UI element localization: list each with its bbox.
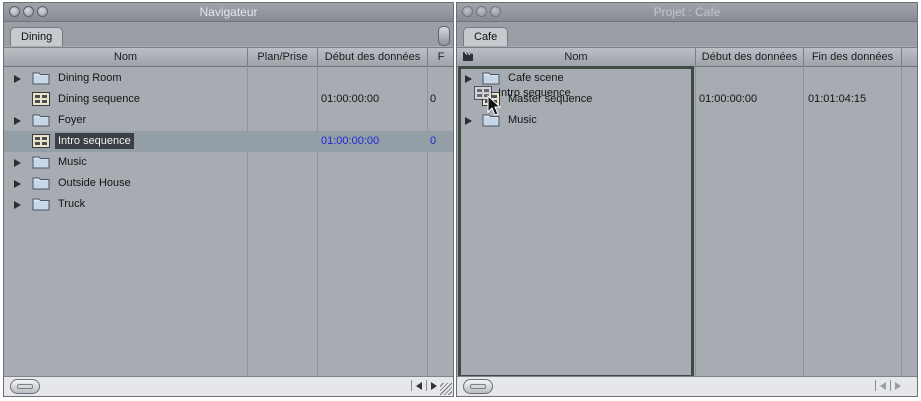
sequence-icon (32, 92, 50, 106)
project-column-header: Nom Début des données Fin des données (457, 47, 917, 67)
disclosure-triangle-icon[interactable] (14, 180, 21, 188)
scroll-left-arrow-icon[interactable] (880, 381, 886, 390)
project-tabstrip: Cafe (457, 22, 917, 46)
column-plan-prise[interactable]: Plan/Prise (248, 48, 318, 66)
project-window: Projet : Cafe Cafe Nom Début des données… (456, 2, 918, 397)
start-timecode: 01:00:00:00 (321, 135, 380, 147)
scroll-right-arrow-icon[interactable] (431, 381, 437, 390)
tab-dining[interactable]: Dining (10, 27, 64, 46)
start-timecode: 01:00:00:00 (321, 93, 380, 105)
folder-icon (32, 71, 50, 85)
disclosure-triangle-icon[interactable] (14, 117, 21, 125)
disclosure-triangle-icon[interactable] (14, 201, 21, 209)
tab-cafe[interactable]: Cafe (463, 27, 509, 46)
list-item-label: Intro sequence (55, 133, 134, 149)
end-timecode: 0 (430, 135, 437, 147)
column-fin-donnees[interactable]: Fin des données (804, 48, 902, 66)
browser-title: Navigateur (199, 5, 258, 19)
resize-grip-icon[interactable] (440, 383, 452, 395)
folder-icon (32, 197, 50, 211)
column-nom[interactable]: Nom (4, 48, 248, 66)
list-item-label: Foyer (58, 114, 87, 126)
browser-list[interactable]: Dining Room Dining sequence 01:00:00:00 0 Fo… (4, 66, 453, 376)
column-debut-donnees[interactable]: Début des données (318, 48, 428, 66)
end-timecode: 01:01:04:15 (808, 93, 867, 105)
list-item[interactable]: Outside House (4, 173, 453, 194)
disclosure-triangle-icon[interactable] (14, 159, 21, 167)
browser-window: Navigateur Dining Nom Plan/Prise Début d… (3, 2, 454, 397)
browser-titlebar[interactable]: Navigateur (4, 3, 453, 22)
pointer-cursor-icon (487, 95, 502, 116)
column-debut-donnees[interactable]: Début des données (696, 48, 804, 66)
list-item[interactable]: Dining sequence 01:00:00:00 0 (4, 89, 453, 110)
scroll-thumb[interactable] (463, 379, 493, 394)
column-nom[interactable]: Nom (457, 48, 696, 66)
list-item[interactable]: Truck (4, 194, 453, 215)
list-item[interactable]: Music (4, 152, 453, 173)
list-item-label: Truck (58, 198, 86, 210)
browser-scrollbar[interactable] (4, 376, 453, 396)
sequence-icon (32, 134, 50, 148)
list-item[interactable]: Intro sequence 01:00:00:00 0 (4, 131, 453, 152)
list-item-label: Music (58, 156, 87, 168)
project-scrollbar[interactable] (457, 376, 917, 396)
list-item-label: Dining sequence (58, 93, 140, 105)
folder-icon (32, 176, 50, 190)
column-fin-partial[interactable]: F (428, 48, 453, 66)
folder-icon (32, 113, 50, 127)
scroll-left-arrow-icon[interactable] (416, 381, 422, 390)
scroll-thumb[interactable] (10, 379, 40, 394)
disclosure-triangle-icon[interactable] (14, 75, 21, 83)
project-title: Projet : Cafe (653, 5, 721, 19)
dragged-item-label: Intro sequence (498, 87, 571, 99)
project-titlebar[interactable]: Projet : Cafe (457, 3, 917, 22)
start-timecode: 01:00:00:00 (699, 93, 758, 105)
browser-column-header: Nom Plan/Prise Début des données F (4, 47, 453, 67)
tab-scroll-knob[interactable] (438, 26, 450, 46)
list-item-label: Dining Room (58, 72, 122, 84)
folder-icon (32, 155, 50, 169)
list-item[interactable]: Dining Room (4, 68, 453, 89)
scroll-right-arrow-icon[interactable] (895, 381, 901, 390)
browser-tabstrip: Dining (4, 22, 453, 46)
end-timecode: 0 (430, 93, 437, 105)
list-item[interactable]: Foyer (4, 110, 453, 131)
list-item-label: Outside House (58, 177, 131, 189)
